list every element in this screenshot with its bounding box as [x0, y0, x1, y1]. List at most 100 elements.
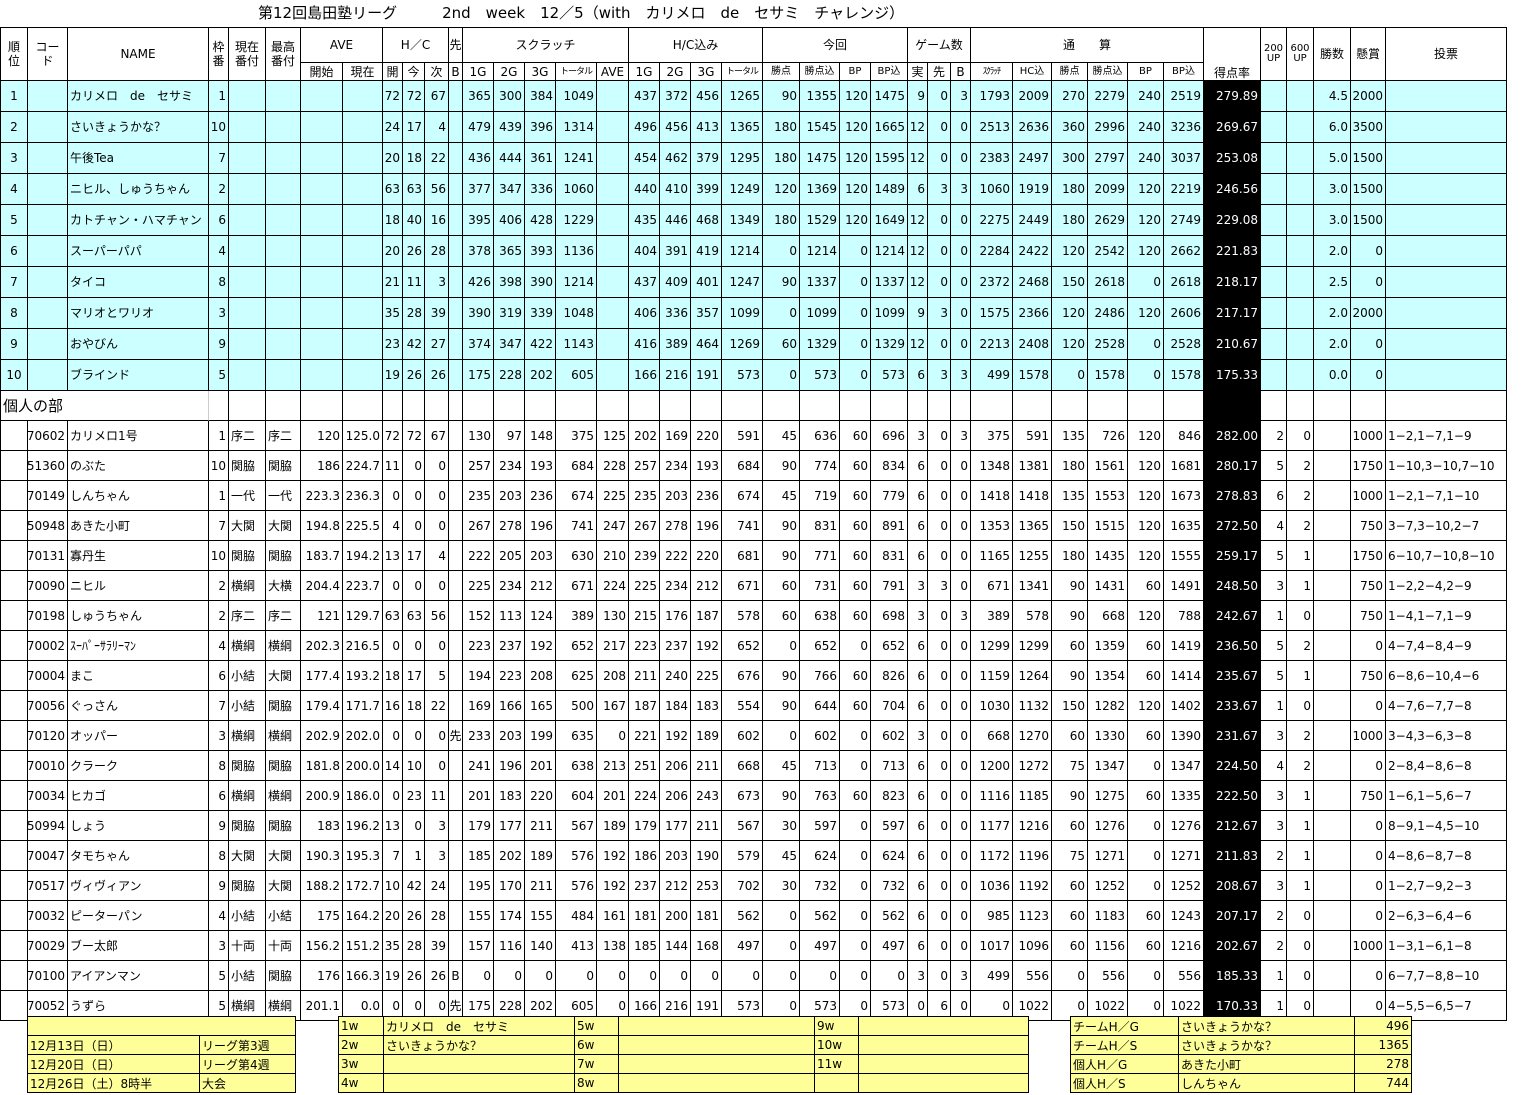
- player-up200: 6: [1261, 481, 1287, 511]
- player-kensho: 0: [1351, 631, 1386, 661]
- week-winner: [619, 1017, 815, 1036]
- header-ave: AVE: [301, 27, 383, 63]
- team-stotal: 1214: [556, 267, 597, 298]
- player-genzai: 横綱: [229, 631, 266, 661]
- player-t-bp: 60: [1128, 931, 1164, 961]
- player-t-bp: 120: [1128, 541, 1164, 571]
- player-t-bp-in: 1335: [1164, 781, 1204, 811]
- team-hc-ji: 67: [425, 81, 449, 112]
- player-hc-ji: 0: [425, 631, 449, 661]
- team-hc-kon: 72: [403, 81, 425, 112]
- player-hc-kai: 0: [383, 571, 403, 601]
- player-shosu: [1314, 421, 1351, 451]
- player-t-shoten-in: 1553: [1088, 481, 1128, 511]
- player-ave-start: 223.3: [301, 481, 343, 511]
- team-rank: 5: [0, 205, 28, 236]
- player-saiko: 関脇: [266, 691, 301, 721]
- team-save: [597, 81, 629, 112]
- team-t-shoten: 270: [1052, 81, 1088, 112]
- player-h1g: 224: [629, 781, 660, 811]
- player-t-hc: 1123: [1013, 901, 1052, 931]
- team-h3g: 399: [691, 174, 722, 205]
- team-h1g: 435: [629, 205, 660, 236]
- player-tokutenritsu: 242.67: [1204, 601, 1261, 631]
- player-t-shoten-in: 556: [1088, 961, 1128, 991]
- player-hc-kai: 0: [383, 631, 403, 661]
- player-s3g: 199: [525, 721, 556, 751]
- team-k-bp: 0: [840, 267, 871, 298]
- player-t-bp: 0: [1128, 871, 1164, 901]
- player-s3g: 192: [525, 631, 556, 661]
- player-tokutenritsu: 222.50: [1204, 781, 1261, 811]
- player-up600: 1: [1287, 661, 1314, 691]
- player-t-scratch: 668: [971, 721, 1013, 751]
- player-t-bp-in: 1681: [1164, 451, 1204, 481]
- player-g-saki: 0: [928, 931, 951, 961]
- player-k-bp: 60: [840, 511, 871, 541]
- team-t-shoten: 180: [1052, 174, 1088, 205]
- team-h2g: 462: [660, 143, 691, 174]
- player-h3g: 190: [691, 841, 722, 871]
- team-stotal: 1048: [556, 298, 597, 329]
- player-genzai: 一代: [229, 481, 266, 511]
- player-kensho: 1000: [1351, 421, 1386, 451]
- subheader-hc-total: トータル: [722, 63, 763, 81]
- player-h1g: 251: [629, 751, 660, 781]
- player-tokutenritsu: 272.50: [1204, 511, 1261, 541]
- player-up600: 0: [1287, 901, 1314, 931]
- player-ave-now: 200.0: [343, 751, 383, 781]
- player-s1g: 223: [463, 631, 494, 661]
- team-t-bp: 240: [1128, 112, 1164, 143]
- player-t-hc: 1185: [1013, 781, 1052, 811]
- team-h1g: 496: [629, 112, 660, 143]
- team-g-b: 3: [951, 81, 971, 112]
- team-kensho: 0: [1351, 360, 1386, 391]
- team-hc-kai: 35: [383, 298, 403, 329]
- team-hc-kai: 23: [383, 329, 403, 360]
- player-htotal: 702: [722, 871, 763, 901]
- team-k-shoten-in: 1329: [800, 329, 840, 360]
- player-t-shoten-in: 1347: [1088, 751, 1128, 781]
- team-up600: [1287, 298, 1314, 329]
- player-up600: 2: [1287, 481, 1314, 511]
- player-name: 寡丹生: [68, 541, 209, 571]
- team-htotal: 573: [722, 360, 763, 391]
- player-k-shoten-in: 597: [800, 811, 840, 841]
- player-h3g: 253: [691, 871, 722, 901]
- player-h2g: 0: [660, 961, 691, 991]
- player-stotal: 389: [556, 601, 597, 631]
- player-g-saki: 0: [928, 511, 951, 541]
- team-h3g: 379: [691, 143, 722, 174]
- player-g-jitsu: 3: [908, 421, 928, 451]
- player-hc-ji: 0: [425, 571, 449, 601]
- player-s1g: 225: [463, 571, 494, 601]
- team-tokutenritsu: 253.08: [1204, 143, 1261, 174]
- player-ave-start: 179.4: [301, 691, 343, 721]
- team-save: [597, 360, 629, 391]
- player-t-bp-in: 1555: [1164, 541, 1204, 571]
- player-code: 70004: [28, 661, 68, 691]
- week-label: 9w: [815, 1017, 859, 1036]
- team-ave-now: [343, 81, 383, 112]
- player-saiko: 大関: [266, 841, 301, 871]
- team-s1g: 479: [463, 112, 494, 143]
- player-rank: [0, 721, 28, 751]
- player-k-shoten: 0: [763, 931, 800, 961]
- team-k-bp-in: 1649: [871, 205, 908, 236]
- team-h2g: 391: [660, 236, 691, 267]
- team-k-shoten-in: 1355: [800, 81, 840, 112]
- player-saki: B: [449, 961, 463, 991]
- high-name: さいきょうかな？: [1179, 1017, 1355, 1036]
- player-k-bp: 0: [840, 841, 871, 871]
- player-tohyo: 1−6,1−5,6−7: [1386, 781, 1507, 811]
- player-h3g: 225: [691, 661, 722, 691]
- player-genzai: 関脇: [229, 871, 266, 901]
- team-t-shoten: 180: [1052, 205, 1088, 236]
- team-up200: [1261, 174, 1287, 205]
- team-k-bp-in: 1099: [871, 298, 908, 329]
- player-k-shoten: 0: [763, 901, 800, 931]
- team-hc-kai: 72: [383, 81, 403, 112]
- team-waku: 9: [209, 329, 229, 360]
- player-k-bp-in: 0: [871, 961, 908, 991]
- team-code: [28, 81, 68, 112]
